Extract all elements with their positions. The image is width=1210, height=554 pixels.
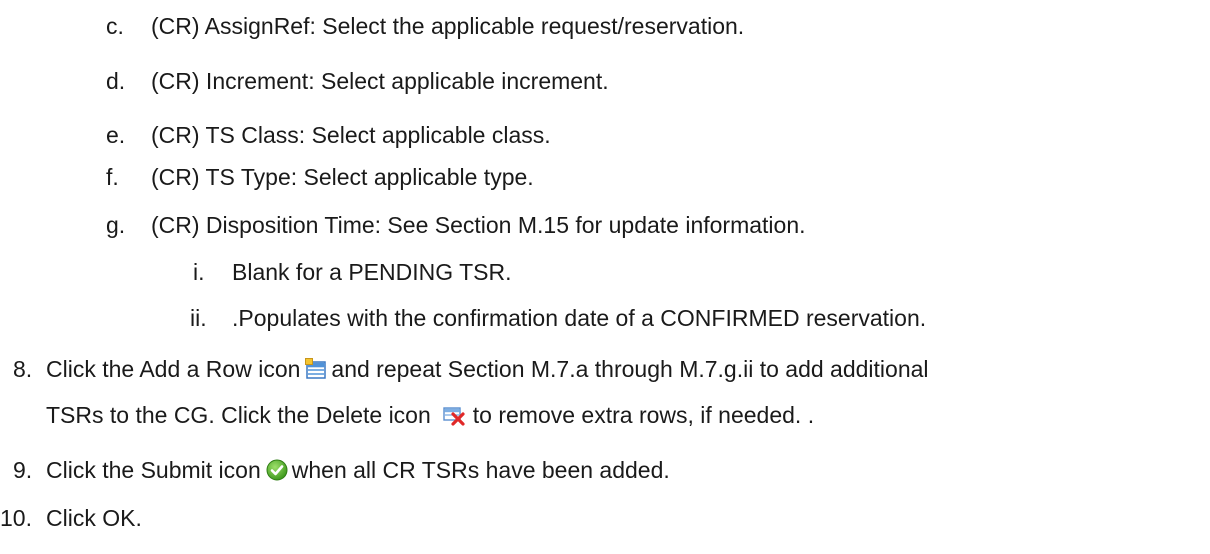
step-8-line-2: TSRs to the CG. Click the Delete icon to…	[46, 401, 814, 429]
list-marker: c.	[106, 13, 124, 39]
list-item-text: (CR) Increment: Select applicable increm…	[151, 68, 609, 94]
step-8-text-a: Click the Add a Row icon	[46, 356, 301, 382]
step-number: 10.	[0, 505, 32, 531]
step-8-text-b: and repeat Section M.7.a through M.7.g.i…	[331, 356, 929, 382]
list-marker: ii.	[190, 305, 207, 331]
submit-icon	[266, 459, 288, 481]
step-9-text-a: Click the Submit icon	[46, 457, 261, 483]
list-marker: e.	[106, 122, 126, 148]
list-marker: f.	[106, 164, 119, 190]
list-item-text: (CR) Disposition Time: See Section M.15 …	[151, 212, 806, 238]
list-marker: i.	[193, 259, 205, 285]
list-item-text: .Populates with the confirmation date of…	[232, 305, 927, 331]
list-item-text: (CR) TS Class: Select applicable class.	[151, 122, 551, 148]
list-item-text: (CR) AssignRef: Select the applicable re…	[151, 13, 745, 39]
step-9-line: Click the Submit icon when all CR TSRs h…	[46, 456, 670, 484]
step-8-text-d: to remove extra rows, if needed. .	[472, 402, 815, 428]
step-number: 8.	[13, 356, 33, 382]
step-9-text-b: when all CR TSRs have been added.	[291, 457, 670, 483]
step-8-text-c: TSRs to the CG. Click the Delete icon	[46, 402, 431, 428]
list-marker: g.	[106, 212, 126, 238]
step-8-line-1: Click the Add a Row icon and repeat Sect…	[46, 355, 929, 383]
delete-row-icon	[443, 404, 465, 426]
step-number: 9.	[13, 457, 33, 483]
list-item-text: (CR) TS Type: Select applicable type.	[151, 164, 534, 190]
add-row-icon	[305, 358, 327, 380]
list-marker: d.	[106, 68, 126, 94]
step-10-text: Click OK.	[46, 505, 142, 531]
list-item-text: Blank for a PENDING TSR.	[232, 259, 512, 285]
